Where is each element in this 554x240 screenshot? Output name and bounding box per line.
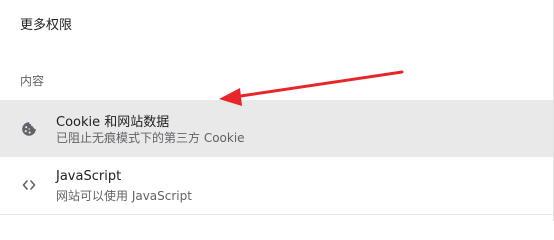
javascript-item[interactable]: JavaScript 网站可以使用 JavaScript — [0, 159, 553, 215]
cookie-icon — [20, 120, 38, 138]
cookies-site-data-item[interactable]: Cookie 和网站数据 已阻止无痕模式下的第三方 Cookie — [0, 100, 553, 157]
arrow-shaft — [232, 70, 404, 99]
javascript-item-label: JavaScript — [56, 169, 122, 184]
settings-panel: 更多权限 内容 Cookie 和网站数据 已阻止无痕模式下的第三方 Cookie… — [0, 0, 554, 221]
javascript-item-description: 网站可以使用 JavaScript — [56, 189, 192, 203]
content-section-title: 内容 — [20, 74, 45, 88]
cookies-item-label: Cookie 和网站数据 — [56, 115, 170, 130]
more-permissions-label[interactable]: 更多权限 — [20, 14, 72, 33]
cookies-item-description: 已阻止无痕模式下的第三方 Cookie — [56, 131, 245, 145]
code-icon — [20, 176, 38, 194]
